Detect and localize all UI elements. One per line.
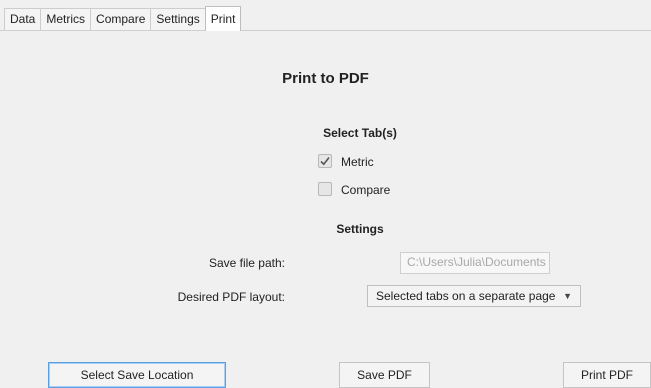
tab-settings[interactable]: Settings — [150, 8, 206, 30]
metric-checkbox[interactable] — [318, 154, 332, 168]
settings-heading: Settings — [336, 222, 384, 236]
select-save-location-button[interactable]: Select Save Location — [48, 362, 226, 388]
page-title: Print to PDF — [282, 70, 369, 87]
tab-print[interactable]: Print — [204, 6, 242, 31]
metric-checkbox-label: Metric — [341, 155, 374, 169]
tab-compare[interactable]: Compare — [90, 8, 152, 30]
save-path-label: Save file path: — [208, 256, 285, 270]
compare-checkbox[interactable] — [318, 182, 332, 196]
tab-data[interactable]: Data — [4, 8, 42, 30]
tab-bar: Data Metrics Compare Settings Print — [0, 0, 651, 31]
save-pdf-button[interactable]: Save PDF — [339, 362, 430, 388]
print-pdf-button[interactable]: Print PDF — [563, 362, 651, 388]
chevron-down-icon: ▼ — [563, 291, 572, 301]
pdf-layout-value: Selected tabs on a separate page — [376, 289, 556, 303]
pdf-layout-select[interactable]: Selected tabs on a separate page ▼ — [367, 285, 581, 307]
select-tabs-heading: Select Tab(s) — [323, 126, 397, 140]
tab-metrics[interactable]: Metrics — [40, 8, 92, 30]
pdf-layout-label: Desired PDF layout: — [177, 290, 285, 304]
save-path-input[interactable]: C:\Users\Julia\Documents — [400, 252, 550, 274]
compare-checkbox-label: Compare — [341, 183, 391, 197]
checkmark-icon — [320, 157, 330, 166]
